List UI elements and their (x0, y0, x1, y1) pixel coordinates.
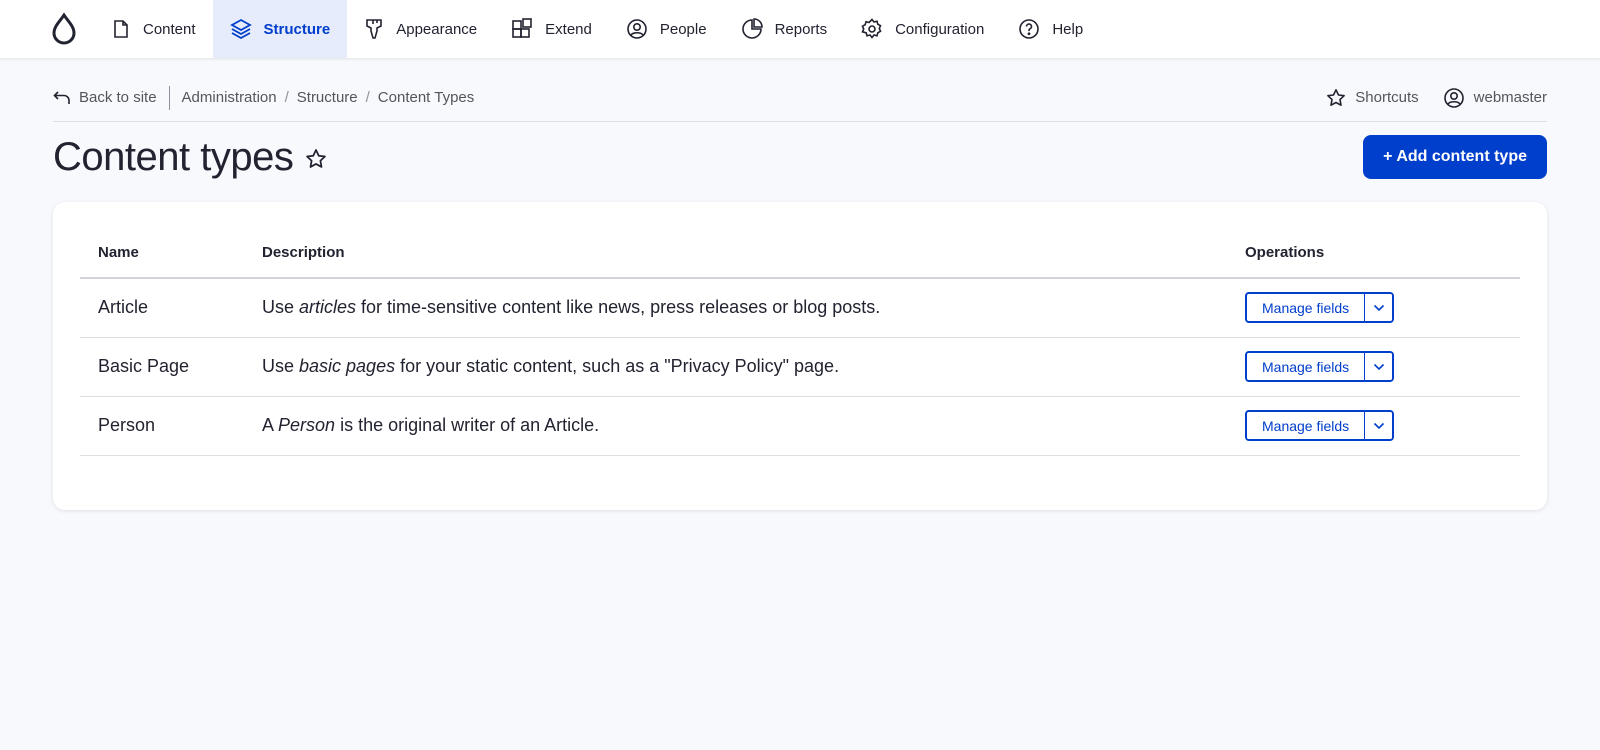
chevron-down-icon (1373, 363, 1384, 370)
breadcrumb-separator: / (365, 89, 370, 106)
content-type-description: A Person is the original writer of an Ar… (262, 396, 1245, 456)
content-type-description: Use articles for time-sensitive content … (262, 278, 1245, 338)
star-icon (1327, 88, 1346, 106)
manage-fields-button[interactable]: Manage fields (1247, 294, 1366, 322)
nav-extend[interactable]: Extend (494, 0, 609, 58)
operations-dropbutton: Manage fields (1245, 410, 1395, 441)
desc-emphasis: basic pages (299, 356, 396, 376)
table-row: Person A Person is the original writer o… (80, 396, 1520, 456)
operations-dropbutton: Manage fields (1245, 292, 1395, 324)
chevron-down-icon (1373, 304, 1384, 311)
operations-dropbutton: Manage fields (1245, 351, 1395, 382)
operations-cell: Manage fields (1245, 278, 1520, 338)
user-icon (1443, 87, 1464, 108)
brush-icon (366, 19, 383, 39)
operations-toggle[interactable] (1365, 294, 1393, 322)
nav-structure[interactable]: Structure (212, 0, 348, 58)
operations-cell: Manage fields (1245, 337, 1520, 397)
operations-cell: Manage fields (1245, 396, 1520, 456)
user-menu[interactable]: webmaster (1443, 87, 1547, 109)
content-type-name: Person (80, 396, 262, 456)
layers-icon (229, 18, 252, 40)
desc-text: is the original writer of an Article. (335, 415, 600, 435)
gear-icon (861, 18, 882, 39)
breadcrumb-separator: / (284, 89, 289, 106)
file-icon (114, 20, 128, 38)
drupal-logo[interactable] (0, 0, 94, 58)
breadcrumb-administration[interactable]: Administration (182, 89, 277, 106)
add-content-type-button[interactable]: + Add content type (1363, 135, 1547, 179)
desc-text: Use (262, 297, 300, 318)
desc-emphasis: Person (278, 415, 336, 435)
add-to-shortcuts-star[interactable] (305, 148, 327, 170)
manage-fields-button[interactable]: Manage fields (1247, 412, 1366, 439)
nav-reports[interactable]: Reports (724, 0, 845, 58)
nav-people[interactable]: People (609, 0, 724, 58)
column-header-operations: Operations (1245, 228, 1520, 279)
nav-label: Content (143, 20, 196, 38)
drop-logo-icon (52, 13, 76, 45)
table-header-row: Name Description Operations (80, 228, 1520, 279)
desc-emphasis: articles (299, 297, 357, 318)
puzzle-blocks-icon (512, 18, 532, 38)
nav-label: Structure (263, 20, 331, 38)
nav-label: Help (1052, 20, 1084, 38)
back-arrow-icon (53, 90, 70, 104)
page-header: Content types + Add content type (53, 134, 1547, 180)
operations-toggle[interactable] (1365, 412, 1393, 439)
breadcrumb-content-types: Content Types (377, 89, 475, 106)
nav-label: Extend (545, 20, 592, 38)
username-label: webmaster (1473, 89, 1547, 106)
back-to-site-link[interactable]: Back to site (53, 85, 170, 110)
nav-content[interactable]: Content (94, 0, 213, 58)
nav-label: Appearance (396, 20, 478, 38)
desc-text: A (262, 415, 279, 435)
pie-chart-icon (741, 18, 763, 39)
table-row: Basic Page Use basic pages for your stat… (80, 337, 1520, 397)
manage-fields-button[interactable]: Manage fields (1247, 353, 1366, 380)
breadcrumb-bar: Back to site Administration / Structure … (53, 74, 1547, 122)
content-types-table: Name Description Operations Article Use … (80, 228, 1520, 456)
content-type-name: Basic Page (80, 337, 262, 397)
content-types-card: Name Description Operations Article Use … (53, 202, 1547, 510)
column-header-description: Description (262, 228, 1245, 279)
desc-text: for your static content, such as a "Priv… (395, 356, 840, 376)
admin-toolbar: Content Structure Appearance Extend Peop… (0, 0, 1600, 58)
chevron-down-icon (1373, 422, 1384, 429)
desc-text: for time-sensitive content like news, pr… (356, 297, 881, 318)
operations-toggle[interactable] (1365, 353, 1393, 380)
nav-label: People (659, 20, 707, 38)
breadcrumb-structure[interactable]: Structure (297, 89, 358, 106)
help-icon (1019, 19, 1040, 39)
user-icon (627, 19, 647, 39)
nav-label: Reports (774, 20, 828, 38)
desc-text: Use (262, 356, 300, 376)
nav-configuration[interactable]: Configuration (844, 0, 1001, 58)
shortcuts-label: Shortcuts (1355, 89, 1419, 106)
star-icon (306, 149, 327, 168)
content-type-description: Use basic pages for your static content,… (262, 337, 1245, 397)
user-tools: Shortcuts webmaster (1326, 87, 1547, 109)
page-title: Content types (53, 134, 294, 179)
back-to-site-label: Back to site (79, 89, 157, 106)
breadcrumb: Administration / Structure / Content Typ… (170, 89, 475, 106)
column-header-name: Name (80, 228, 262, 279)
table-row: Article Use articles for time-sensitive … (80, 278, 1520, 338)
content-type-name: Article (80, 278, 262, 338)
nav-label: Configuration (895, 20, 985, 38)
shortcuts-link[interactable]: Shortcuts (1326, 88, 1419, 108)
nav-appearance[interactable]: Appearance (347, 0, 494, 58)
nav-help[interactable]: Help (1001, 0, 1100, 58)
